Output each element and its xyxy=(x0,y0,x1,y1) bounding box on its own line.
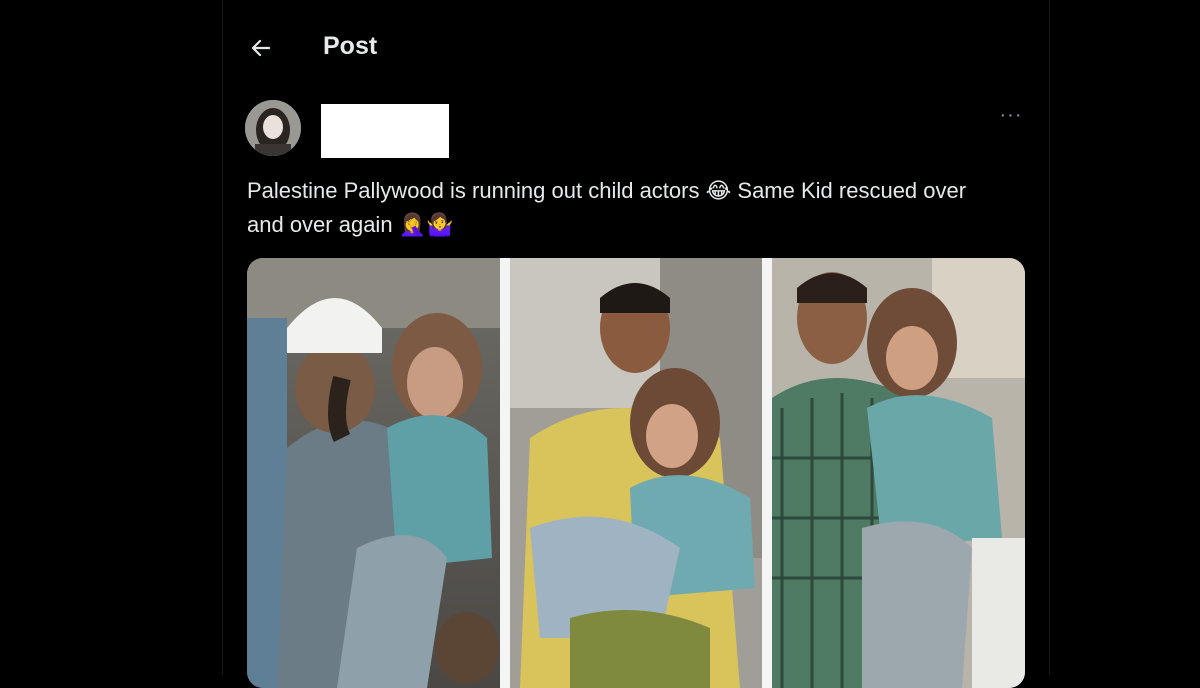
more-button[interactable]: ··· xyxy=(993,104,1029,126)
more-horizontal-icon: ··· xyxy=(999,103,1023,126)
redacted-author-name xyxy=(321,104,449,158)
post-media[interactable] xyxy=(247,258,1025,688)
rescue-photo-2 xyxy=(510,258,762,688)
post-column: Post ··· Palestine Pallywood is running … xyxy=(222,0,1050,688)
post-text: Palestine Pallywood is running out child… xyxy=(247,178,967,237)
panel-divider xyxy=(500,258,510,688)
rescue-photo-1 xyxy=(247,258,500,688)
panel-divider xyxy=(762,258,772,688)
avatar[interactable] xyxy=(245,100,301,156)
avatar-photo xyxy=(245,100,301,156)
page-title: Post xyxy=(323,32,378,60)
arrow-left-icon xyxy=(251,39,271,57)
top-bar: Post xyxy=(223,0,1049,96)
rescue-photo-3 xyxy=(772,258,1025,688)
back-button[interactable] xyxy=(243,30,279,66)
